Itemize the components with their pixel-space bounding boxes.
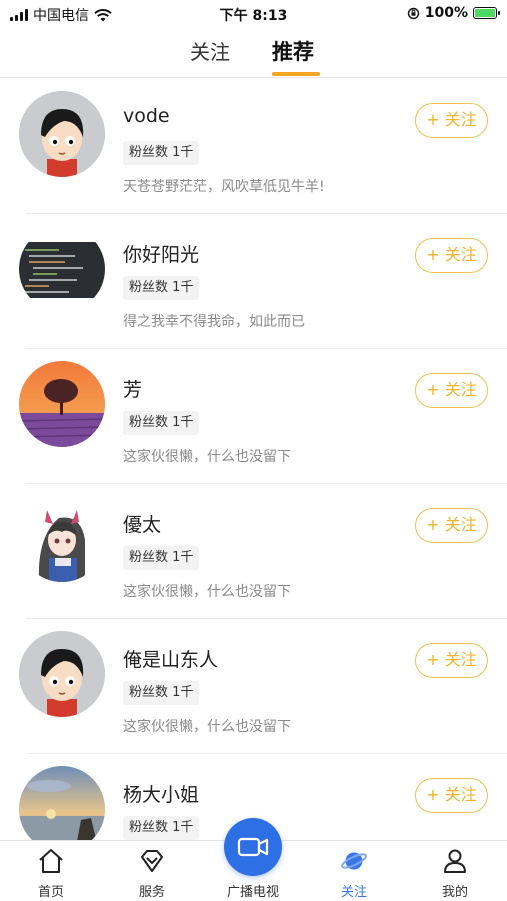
user-list[interactable]: vode 粉丝数 1千 天苍苍野茫茫，风吹草低见牛羊! + 关注 你好阳光 粉丝… — [0, 79, 507, 840]
tab-follow[interactable]: 关注 — [190, 36, 230, 65]
nav-broadcast-label: 广播电视 — [226, 885, 279, 900]
user-bio: 得之我幸不得我命，如此而已 — [123, 314, 305, 330]
fans-count-badge: 粉丝数 1千 — [123, 141, 200, 165]
tab-recommend[interactable]: 推荐 — [272, 36, 314, 66]
follow-button[interactable]: + 关注 — [415, 103, 488, 138]
user-name[interactable]: vode — [123, 105, 170, 127]
battery-icon — [473, 7, 500, 19]
fans-count-badge: 粉丝数 1千 — [123, 816, 200, 840]
nav-home[interactable]: 首页 — [11, 841, 91, 901]
user-name[interactable]: 杨大小姐 — [123, 780, 199, 807]
broadcast-button[interactable] — [224, 818, 282, 876]
battery-fill — [475, 9, 495, 17]
user-name[interactable]: 芳 — [123, 375, 142, 402]
list-item[interactable]: 你好阳光 粉丝数 1千 得之我幸不得我命，如此而已 + 关注 — [0, 214, 507, 349]
nav-mine-label: 我的 — [441, 885, 468, 900]
user-name[interactable]: 你好阳光 — [123, 240, 199, 267]
code-screen-avatar[interactable] — [19, 226, 105, 312]
active-tab-indicator — [272, 72, 320, 76]
user-icon — [444, 849, 466, 873]
home-icon — [39, 849, 63, 873]
list-item[interactable]: vode 粉丝数 1千 天苍苍野茫茫，风吹草低见牛羊! + 关注 — [0, 79, 507, 214]
follow-button[interactable]: + 关注 — [415, 373, 488, 408]
status-bar: 中国电信 下午 8:13 100% — [0, 0, 507, 28]
user-bio: 天苍苍野茫茫，风吹草低见牛羊! — [123, 179, 325, 195]
fans-count-badge: 粉丝数 1千 — [123, 276, 200, 300]
lavender-tree-avatar[interactable] — [19, 361, 105, 447]
fans-count-badge: 粉丝数 1千 — [123, 546, 200, 570]
fans-count-badge: 粉丝数 1千 — [123, 411, 200, 435]
top-tab-bar: 关注 推荐 — [0, 28, 507, 78]
follow-button[interactable]: + 关注 — [415, 508, 488, 543]
nav-follow[interactable]: 关注 — [314, 841, 394, 901]
nav-follow-label: 关注 — [340, 885, 367, 900]
nav-mine[interactable]: 我的 — [415, 841, 495, 901]
list-item[interactable]: 芳 粉丝数 1千 这家伙很懒，什么也没留下 + 关注 — [0, 349, 507, 484]
video-camera-icon — [237, 837, 269, 857]
nav-service-label: 服务 — [138, 885, 165, 900]
cartoon-boy-avatar[interactable] — [19, 631, 105, 717]
fans-count-badge: 粉丝数 1千 — [123, 681, 200, 705]
battery-percent: 100% — [424, 5, 468, 21]
follow-button[interactable]: + 关注 — [415, 238, 488, 273]
nav-home-label: 首页 — [37, 885, 64, 900]
orientation-lock-icon — [407, 7, 419, 19]
user-name[interactable]: 俺是山东人 — [123, 645, 218, 672]
planet-icon — [341, 852, 367, 870]
cartoon-boy-avatar[interactable] — [19, 91, 105, 177]
user-bio: 这家伙很懒，什么也没留下 — [123, 584, 291, 600]
nav-service[interactable]: 服务 — [112, 841, 192, 901]
user-name[interactable]: 優太 — [123, 510, 161, 537]
status-right: 100% — [407, 5, 500, 21]
sunset-beach-avatar[interactable] — [19, 766, 105, 840]
follow-button[interactable]: + 关注 — [415, 778, 488, 813]
follow-button[interactable]: + 关注 — [415, 643, 488, 678]
list-item[interactable]: 俺是山东人 粉丝数 1千 这家伙很懒，什么也没留下 + 关注 — [0, 619, 507, 754]
diamond-icon — [141, 850, 163, 872]
user-bio: 这家伙很懒，什么也没留下 — [123, 449, 291, 465]
anime-girl-avatar[interactable] — [19, 496, 105, 582]
user-bio: 这家伙很懒，什么也没留下 — [123, 719, 291, 735]
list-item[interactable]: 優太 粉丝数 1千 这家伙很懒，什么也没留下 + 关注 — [0, 484, 507, 619]
